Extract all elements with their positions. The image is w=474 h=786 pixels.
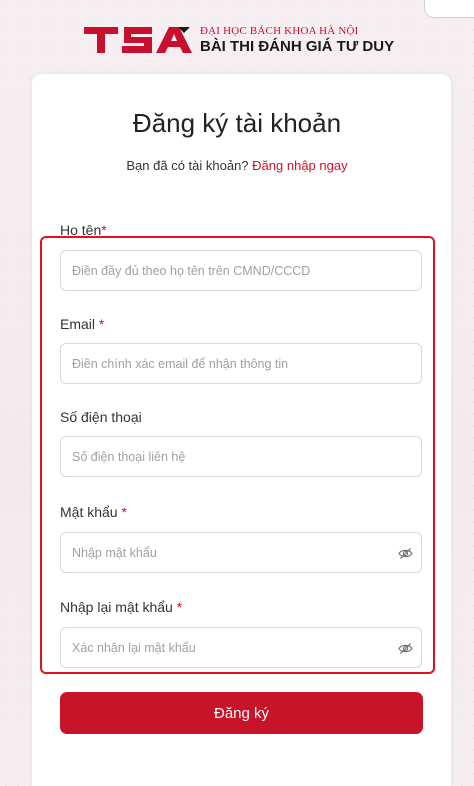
login-prompt: Bạn đã có tài khoản? Đăng nhập ngay [0, 158, 474, 173]
eye-off-icon[interactable] [397, 546, 413, 560]
login-link[interactable]: Đăng nhập ngay [252, 158, 347, 173]
password-input[interactable] [60, 532, 422, 573]
page-title: Đăng ký tài khoản [132, 108, 342, 138]
confirm-password-input[interactable] [60, 627, 422, 668]
password-label: Mật khẩu * [60, 504, 127, 520]
phone-input[interactable] [60, 436, 422, 477]
eye-off-icon[interactable] [397, 641, 413, 655]
university-name: ĐẠI HỌC BÁCH KHOA HÀ NỘI [200, 24, 359, 37]
logo-text: ĐẠI HỌC BÁCH KHOA HÀ NỘI BÀI THI ĐÁNH GI… [200, 25, 394, 56]
exam-name: BÀI THI ĐÁNH GIÁ TƯ DUY [200, 37, 395, 55]
fullname-input[interactable] [60, 250, 422, 291]
corner-button[interactable] [424, 0, 474, 18]
tsa-logo [84, 24, 192, 56]
fullname-label: Họ tên* [60, 222, 107, 238]
email-label: Email * [60, 316, 105, 332]
register-button[interactable]: Đăng ký [60, 692, 423, 734]
have-account-text: Bạn đã có tài khoản? [126, 158, 249, 173]
email-input[interactable] [60, 343, 422, 384]
tsa-logo-icon [84, 27, 192, 53]
phone-label: Số điện thoại [60, 409, 142, 425]
confirm-password-label: Nhập lại mật khẩu * [60, 599, 183, 615]
header: ĐẠI HỌC BÁCH KHOA HÀ NỘI BÀI THI ĐÁNH GI… [84, 20, 404, 60]
register-card [32, 74, 451, 786]
